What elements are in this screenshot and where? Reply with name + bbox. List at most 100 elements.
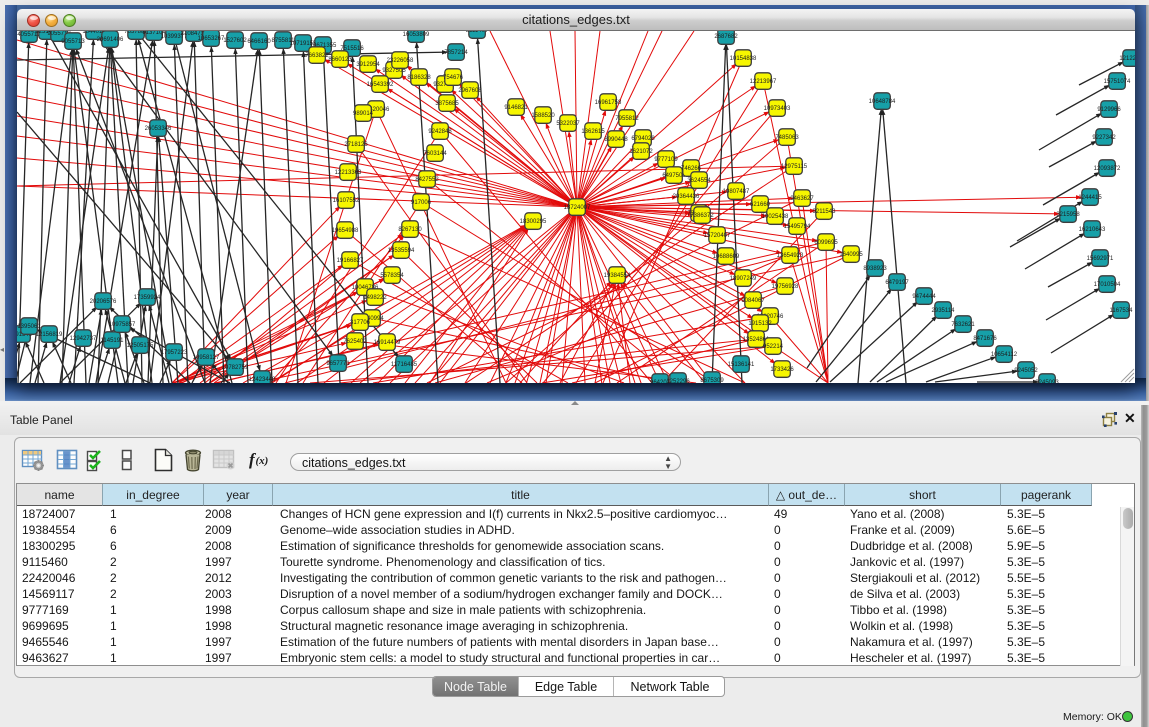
svg-text:8111407: 8111407	[466, 31, 489, 34]
svg-text:10154838: 10154838	[730, 56, 757, 62]
svg-text:6466160: 6466160	[247, 39, 271, 45]
svg-text:15495794: 15495794	[784, 224, 811, 230]
svg-text:19756928: 19756928	[772, 284, 799, 290]
svg-text:12505175: 12505175	[127, 343, 154, 349]
svg-text:9055713: 9055713	[61, 39, 85, 45]
svg-text:1212221: 1212221	[1119, 56, 1135, 62]
svg-text:15692971: 15692971	[1087, 256, 1114, 262]
svg-text:10025438: 10025438	[762, 214, 789, 220]
svg-text:9657771: 9657771	[326, 361, 350, 367]
svg-text:8938923: 8938923	[863, 266, 887, 272]
svg-text:1621072: 1621072	[629, 149, 653, 155]
svg-text:20364436: 20364436	[673, 194, 700, 200]
svg-text:10958127: 10958127	[193, 355, 220, 361]
svg-text:18724007: 18724007	[564, 205, 591, 211]
svg-text:17957223: 17957223	[161, 350, 188, 356]
svg-text:7485063: 7485063	[775, 135, 799, 141]
svg-text:8267130: 8267130	[398, 227, 422, 233]
svg-text:9084067: 9084067	[741, 298, 765, 304]
svg-text:15136141: 15136141	[728, 362, 755, 368]
svg-text:10653267: 10653267	[198, 36, 225, 42]
svg-text:19384554: 19384554	[604, 273, 631, 279]
svg-text:18300295: 18300295	[520, 219, 547, 225]
svg-text:17010504: 17010504	[1094, 282, 1121, 288]
svg-text:989014: 989014	[353, 111, 374, 117]
svg-text:1527602: 1527602	[223, 38, 247, 44]
svg-text:9146821: 9146821	[504, 105, 528, 111]
svg-text:13535594: 13535594	[388, 248, 415, 254]
svg-text:6099695: 6099695	[814, 240, 838, 246]
svg-text:19654988: 19654988	[332, 228, 359, 234]
svg-text:12156819: 12156819	[36, 332, 63, 338]
svg-text:1915132: 1915132	[748, 321, 772, 327]
svg-text:8990448: 8990448	[604, 137, 628, 143]
svg-text:2687682: 2687682	[714, 34, 738, 40]
svg-text:9474444: 9474444	[912, 294, 936, 300]
svg-text:1145191: 1145191	[101, 338, 125, 344]
svg-text:317706: 317706	[350, 320, 371, 326]
svg-text:1252296: 1252296	[666, 379, 690, 383]
svg-text:10648784: 10648784	[869, 99, 896, 105]
svg-text:16210643: 16210643	[1079, 227, 1106, 233]
svg-text:1167534: 1167534	[1110, 308, 1134, 314]
svg-text:3912954: 3912954	[356, 62, 380, 68]
svg-text:10975857: 10975857	[109, 322, 136, 328]
svg-text:9129966: 9129966	[1097, 107, 1121, 113]
svg-text:9211543: 9211543	[813, 209, 837, 215]
svg-text:1588520: 1588520	[531, 113, 555, 119]
svg-text:5578354: 5578354	[380, 273, 404, 279]
svg-text:11716485: 11716485	[391, 362, 418, 368]
svg-text:1362615: 1362615	[581, 129, 605, 135]
svg-text:12213967: 12213967	[750, 79, 777, 85]
svg-text:26053346: 26053346	[145, 126, 172, 132]
svg-text:7857214: 7857214	[444, 50, 468, 56]
svg-text:7632621: 7632621	[951, 322, 975, 328]
svg-text:1640995: 1640995	[839, 252, 863, 258]
svg-text:5322037: 5322037	[556, 121, 580, 127]
svg-text:6794028: 6794028	[631, 136, 655, 142]
svg-text:16053809: 16053809	[403, 32, 430, 38]
svg-text:12093872: 12093872	[1094, 166, 1121, 172]
svg-text:12975115: 12975115	[781, 164, 808, 170]
svg-text:2718126: 2718126	[344, 142, 368, 148]
svg-text:754676: 754676	[443, 75, 464, 81]
svg-text:10654112: 10654112	[991, 352, 1018, 358]
svg-text:16961758: 16961758	[595, 100, 622, 106]
svg-text:12423448: 12423448	[249, 377, 276, 383]
svg-text:3215958: 3215958	[1056, 212, 1080, 218]
svg-text:746266: 746266	[681, 166, 702, 172]
svg-text:1244415: 1244415	[1078, 195, 1102, 201]
svg-text:19166827: 19166827	[337, 258, 364, 264]
svg-text:9245093: 9245093	[1035, 380, 1059, 383]
svg-text:3624554: 3624554	[687, 178, 711, 184]
svg-text:7955812: 7955812	[615, 116, 639, 122]
svg-text:20206576: 20206576	[90, 299, 117, 305]
svg-text:621660: 621660	[750, 202, 771, 208]
svg-text:10782759: 10782759	[222, 365, 249, 371]
svg-text:2967608: 2967608	[458, 88, 482, 94]
svg-text:1733426: 1733426	[770, 367, 794, 373]
svg-text:13654923: 13654923	[777, 253, 804, 259]
svg-text:16543392: 16543392	[367, 82, 394, 88]
svg-text:3875685: 3875685	[435, 101, 459, 107]
svg-text:917006: 917006	[411, 200, 432, 206]
svg-text:7386372: 7386372	[690, 213, 714, 219]
svg-text:7625402: 7625402	[343, 339, 367, 345]
svg-text:(x): (x)	[256, 455, 269, 467]
svg-text:10807487: 10807487	[723, 189, 750, 195]
svg-text:10688609: 10688609	[713, 254, 740, 260]
svg-text:2935114: 2935114	[932, 308, 956, 314]
svg-text:1498222: 1498222	[363, 295, 387, 301]
svg-text:8675309: 8675309	[700, 378, 724, 383]
svg-text:23226058: 23226058	[387, 58, 414, 64]
svg-text:8186328: 8186328	[407, 75, 431, 81]
svg-text:20691406: 20691406	[97, 37, 124, 43]
svg-text:18907249: 18907249	[730, 276, 757, 282]
svg-text:12942737: 12942737	[70, 336, 97, 342]
svg-text:9463627: 9463627	[790, 196, 814, 202]
svg-text:10973403: 10973403	[764, 106, 791, 112]
svg-text:16914479: 16914479	[374, 340, 401, 346]
svg-text:8427552: 8427552	[415, 177, 439, 183]
svg-text:9777109: 9777109	[654, 157, 678, 163]
svg-text:12213363: 12213363	[335, 170, 362, 176]
